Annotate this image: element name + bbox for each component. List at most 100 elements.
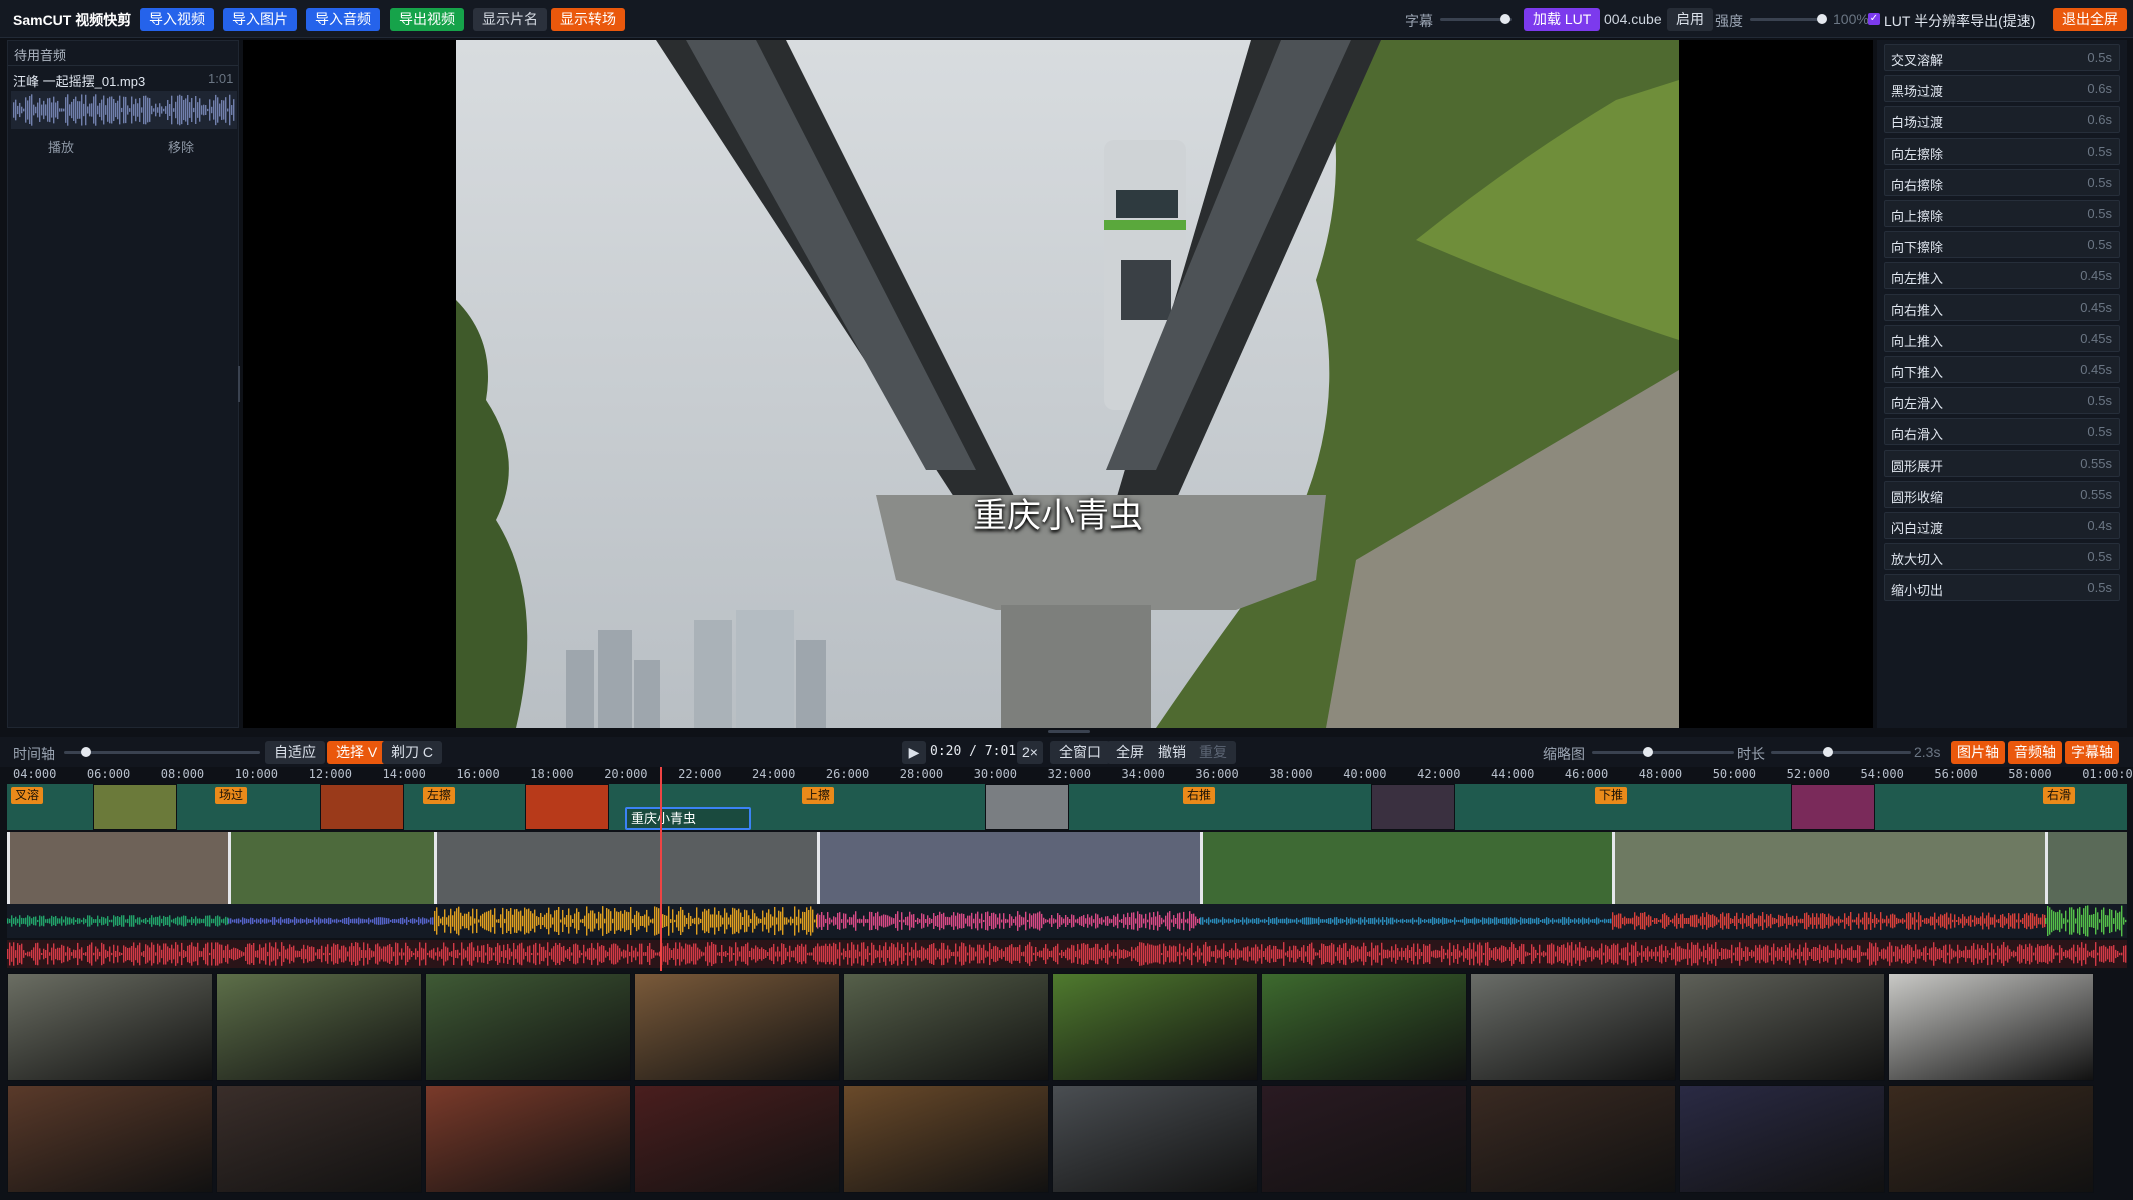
transition-item[interactable]: 向上推入 0.45s — [1884, 324, 2120, 352]
video-clip[interactable] — [7, 832, 228, 904]
full-window-button[interactable]: 全窗口 — [1050, 741, 1110, 764]
subtitle-clip[interactable]: 重庆小青虫 — [625, 807, 751, 830]
load-lut-button[interactable]: 加载 LUT — [1524, 8, 1601, 31]
media-thumbnail[interactable] — [1470, 973, 1676, 1081]
media-thumbnail[interactable] — [843, 1085, 1049, 1193]
transition-item[interactable]: 闪白过渡 0.4s — [1884, 512, 2120, 539]
transition-item[interactable]: 向右滑入 0.5s — [1884, 418, 2120, 446]
transition-item[interactable]: 向右推入 0.45s — [1884, 293, 2120, 321]
timeline-ruler[interactable]: 04:000 06:000 08:000 10:000 12:000 14:000 16:0… — [7, 767, 2133, 784]
preview-resize-handle[interactable] — [1048, 730, 1090, 733]
transition-item[interactable]: 黑场过渡 0.6s — [1884, 75, 2120, 103]
transition-item[interactable]: 向下推入 0.45s — [1884, 356, 2120, 383]
import-image-button[interactable]: 导入图片 — [223, 8, 297, 31]
media-thumbnail[interactable] — [425, 1085, 631, 1193]
show-title-button[interactable]: 显示片名 — [473, 8, 547, 31]
video-clip[interactable] — [817, 832, 1200, 904]
lut-half-res-checkbox[interactable]: ✓ — [1868, 13, 1880, 25]
transition-item[interactable]: 向左滑入 0.5s — [1884, 387, 2120, 415]
audio-remove-button[interactable]: 移除 — [168, 137, 194, 156]
transition-item[interactable]: 向下擦除 0.5s — [1884, 231, 2120, 259]
media-thumbnail[interactable] — [843, 973, 1049, 1081]
subtitle-track-button[interactable]: 字幕轴 — [2065, 741, 2119, 764]
play-button[interactable]: ▶ — [902, 741, 926, 764]
video-preview[interactable]: 重庆小青虫 — [243, 40, 1873, 728]
transition-chip[interactable]: 右滑 — [2043, 787, 2076, 804]
transition-chip[interactable]: 右推 — [1183, 787, 1216, 804]
media-thumbnail[interactable] — [425, 973, 631, 1081]
transition-item[interactable]: 缩小切出 0.5s — [1884, 574, 2120, 602]
media-thumbnail[interactable] — [1052, 973, 1258, 1081]
track-thumbnail[interactable] — [93, 784, 177, 830]
media-thumbnail[interactable] — [1470, 1085, 1676, 1193]
transition-item[interactable]: 向左擦除 0.5s — [1884, 137, 2120, 165]
media-thumbnail[interactable] — [1261, 973, 1467, 1081]
transition-item[interactable]: 向右擦除 0.5s — [1884, 168, 2120, 196]
media-thumbnail[interactable] — [1888, 1085, 2094, 1193]
image-track-button[interactable]: 图片轴 — [1951, 741, 2005, 764]
video-clip[interactable] — [1612, 832, 2045, 904]
transition-item[interactable]: 向左推入 0.45s — [1884, 262, 2120, 290]
thumbnail-size-knob[interactable] — [1643, 747, 1653, 757]
speed-button[interactable]: 2× — [1017, 741, 1043, 764]
strength-slider-knob[interactable] — [1817, 14, 1827, 24]
import-video-button[interactable]: 导入视频 — [140, 8, 214, 31]
track-thumbnail[interactable] — [525, 784, 609, 830]
media-thumbnail[interactable] — [1052, 1085, 1258, 1193]
transition-item[interactable]: 圆形展开 0.55s — [1884, 449, 2120, 477]
media-thumbnail[interactable] — [1679, 973, 1885, 1081]
transition-chip[interactable]: 叉溶 — [11, 787, 44, 804]
transition-item[interactable]: 放大切入 0.5s — [1884, 543, 2120, 571]
audio-play-button[interactable]: 播放 — [48, 137, 74, 156]
thumbnail-size-slider[interactable] — [1592, 751, 1734, 754]
audio-track-button[interactable]: 音频轴 — [2008, 741, 2062, 764]
redo-button[interactable]: 重复 — [1190, 741, 1236, 764]
playhead[interactable] — [660, 767, 662, 971]
media-thumbnail[interactable] — [7, 1085, 213, 1193]
media-thumbnail[interactable] — [1888, 973, 2094, 1081]
transition-item[interactable]: 圆形收缩 0.55s — [1884, 480, 2120, 508]
fullscreen-button[interactable]: 全屏 — [1107, 741, 1153, 764]
media-thumbnail[interactable] — [634, 1085, 840, 1193]
transition-chip[interactable]: 下推 — [1595, 787, 1628, 804]
media-thumbnail[interactable] — [7, 973, 213, 1081]
media-thumbnail[interactable] — [634, 973, 840, 1081]
video-clip[interactable] — [2045, 832, 2127, 904]
track-thumbnail[interactable] — [985, 784, 1069, 830]
transition-chip[interactable]: 上擦 — [802, 787, 835, 804]
video-clip[interactable] — [1200, 832, 1612, 904]
track-thumbnail[interactable] — [1791, 784, 1875, 830]
transition-item[interactable]: 交叉溶解 0.5s — [1884, 44, 2120, 71]
timeline-zoom-knob[interactable] — [81, 747, 91, 757]
media-thumbnail[interactable] — [1679, 1085, 1885, 1193]
video-clip[interactable] — [228, 832, 434, 904]
show-transition-button[interactable]: 显示转场 — [551, 8, 625, 31]
razor-tool-button[interactable]: 剃刀 C — [382, 741, 442, 764]
video-track[interactable] — [7, 832, 2127, 904]
media-thumbnail[interactable] — [216, 973, 422, 1081]
media-thumbnail[interactable] — [1261, 1085, 1467, 1193]
undo-button[interactable]: 撤销 — [1149, 741, 1195, 764]
subtitle-slider-knob[interactable] — [1500, 14, 1510, 24]
fit-button[interactable]: 自适应 — [265, 741, 325, 764]
exit-fullscreen-button[interactable]: 退出全屏 — [2053, 8, 2127, 31]
timeline-zoom-slider[interactable] — [64, 751, 260, 754]
export-video-button[interactable]: 导出视频 — [390, 8, 464, 31]
transition-chip[interactable]: 左擦 — [423, 787, 456, 804]
transition-track[interactable]: 重庆小青虫 叉溶 场过 左擦 上擦 右推 下推 右滑 — [7, 784, 2127, 830]
track-thumbnail[interactable] — [1371, 784, 1455, 830]
select-tool-button[interactable]: 选择 V — [327, 741, 387, 764]
music-track[interactable] — [7, 940, 2127, 968]
video-clip[interactable] — [434, 832, 817, 904]
duration-slider[interactable] — [1771, 751, 1911, 754]
import-audio-button[interactable]: 导入音频 — [306, 8, 380, 31]
track-thumbnail[interactable] — [320, 784, 404, 830]
panel-resize-handle[interactable] — [238, 366, 240, 402]
media-thumbnail[interactable] — [216, 1085, 422, 1193]
transition-item[interactable]: 向上擦除 0.5s — [1884, 200, 2120, 227]
transition-chip[interactable]: 场过 — [215, 787, 248, 804]
lut-enable-button[interactable]: 启用 — [1667, 8, 1713, 31]
clip-audio-track[interactable] — [7, 904, 2127, 938]
duration-knob[interactable] — [1823, 747, 1833, 757]
strength-slider[interactable] — [1750, 18, 1822, 21]
